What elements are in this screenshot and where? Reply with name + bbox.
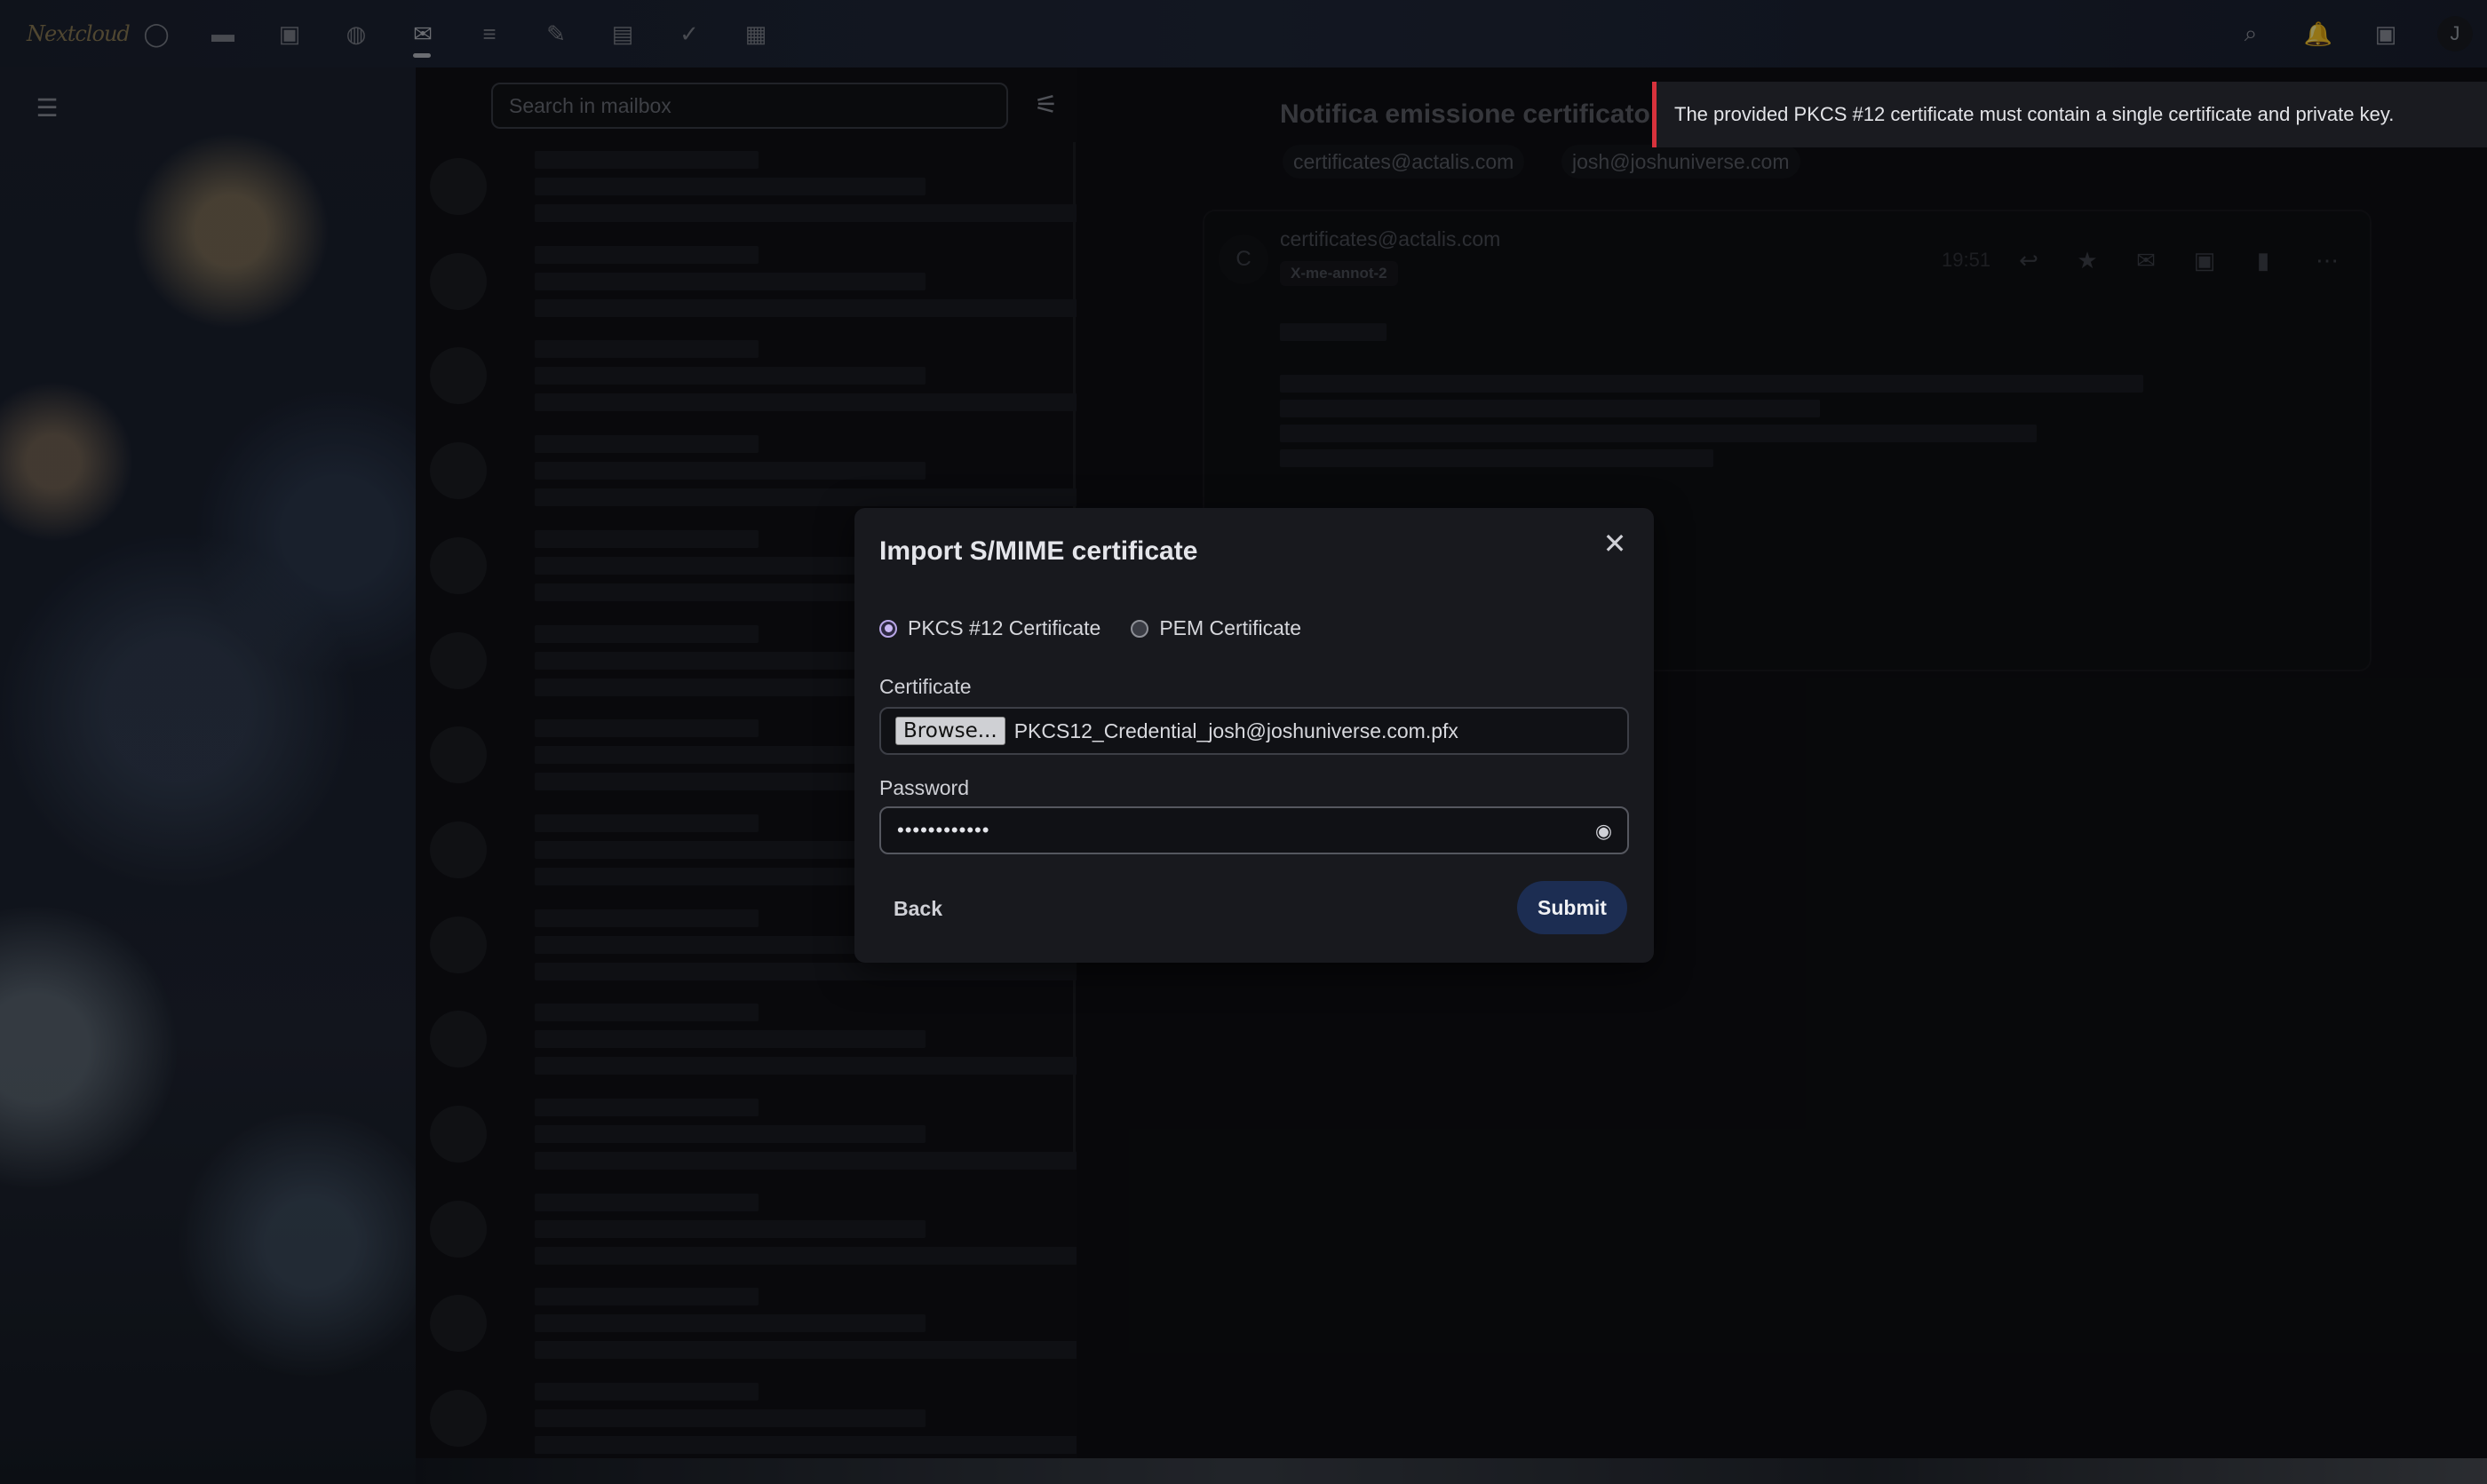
submit-button[interactable]: Submit	[1517, 881, 1627, 934]
back-button[interactable]: Back	[894, 897, 942, 921]
certificate-label: Certificate	[879, 675, 972, 698]
password-field[interactable]: •••••••••••• ◉	[879, 806, 1629, 854]
pkcs12-radio-label: PKCS #12 Certificate	[908, 616, 1101, 639]
close-icon[interactable]: ✕	[1597, 526, 1633, 561]
pem-radio-label: PEM Certificate	[1159, 616, 1302, 639]
password-label: Password	[879, 776, 969, 799]
selected-file-name: PKCS12_Credential_josh@joshuniverse.com.…	[1013, 718, 1458, 742]
error-toast[interactable]: The provided PKCS #12 certificate must c…	[1652, 82, 2487, 147]
radio-checked-indicator[interactable]	[879, 619, 897, 638]
show-password-eye-icon[interactable]: ◉	[1592, 819, 1617, 844]
import-smime-dialog: Import S/MIME certificate ✕ PKCS #12 Cer…	[854, 508, 1654, 963]
password-value: ••••••••••••	[897, 819, 990, 841]
pkcs12-radio[interactable]: PKCS #12 Certificate	[879, 616, 1100, 640]
toast-message: The provided PKCS #12 certificate must c…	[1674, 103, 2395, 125]
radio-unchecked-indicator[interactable]	[1131, 619, 1149, 638]
browse-button[interactable]: Browse...	[895, 717, 1005, 745]
dialog-title: Import S/MIME certificate	[879, 536, 1198, 566]
certificate-file-input[interactable]: Browse... PKCS12_Credential_josh@joshuni…	[879, 707, 1629, 755]
pem-radio[interactable]: PEM Certificate	[1131, 616, 1301, 640]
certificate-type-group: PKCS #12 Certificate PEM Certificate	[879, 616, 1331, 640]
